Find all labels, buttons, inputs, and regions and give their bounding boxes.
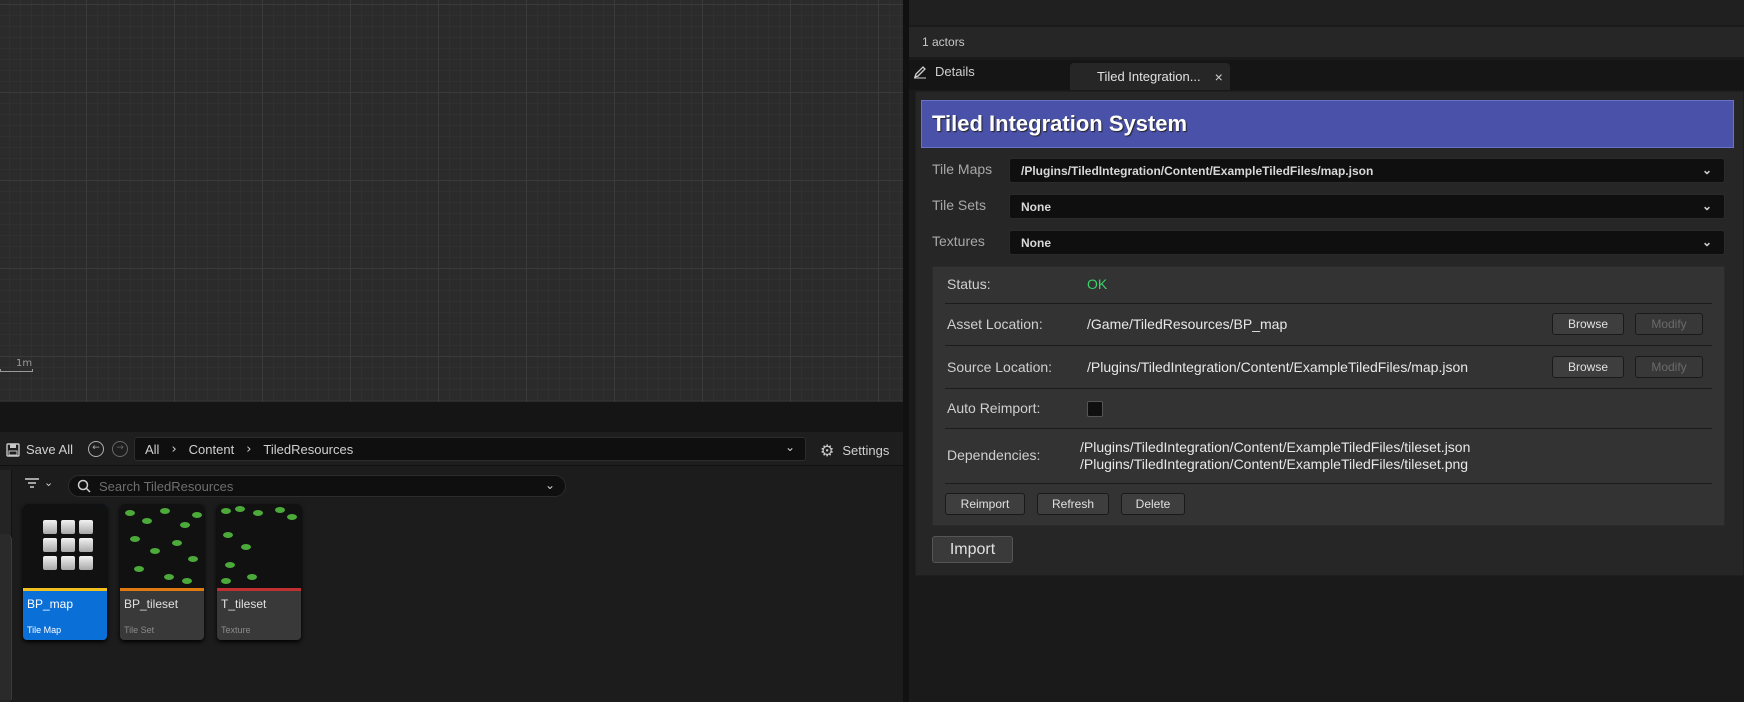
chevron-down-icon: ⌄ — [1701, 235, 1712, 249]
divider — [945, 483, 1712, 484]
status-value: OK — [1087, 276, 1108, 292]
panel-tab-bar — [909, 60, 1744, 90]
content-browser-tabbar — [0, 402, 903, 432]
chevron-down-icon: ⌄ — [1701, 199, 1712, 213]
chevron-down-icon: ⌄ — [44, 476, 54, 489]
asset-name: BP_map — [27, 597, 74, 611]
divider — [945, 303, 1712, 304]
asset-info-box — [932, 266, 1725, 526]
right-panel-top — [909, 0, 1744, 25]
dependency-item: /Plugins/TiledIntegration/Content/Exampl… — [1080, 439, 1471, 455]
asset-modify-button[interactable]: Modify — [1635, 313, 1703, 335]
tile-sets-value: None — [1021, 200, 1051, 214]
textures-dropdown[interactable]: None ⌄ — [1009, 230, 1725, 255]
asset-location-label: Asset Location: — [947, 316, 1043, 332]
chevron-right-icon: › — [246, 441, 252, 457]
search-bar[interactable]: ⌄ — [68, 475, 566, 497]
source-modify-button[interactable]: Modify — [1635, 356, 1703, 378]
tab-tiled-integration[interactable]: Tiled Integration... × — [1070, 63, 1230, 90]
auto-reimport-checkbox[interactable] — [1087, 401, 1103, 417]
auto-reimport-label: Auto Reimport: — [947, 400, 1041, 416]
dependency-item: /Plugins/TiledIntegration/Content/Exampl… — [1080, 456, 1469, 472]
tile-sets-dropdown[interactable]: None ⌄ — [1009, 194, 1725, 219]
close-icon[interactable]: × — [1215, 69, 1223, 85]
source-browse-button[interactable]: Browse — [1552, 356, 1624, 378]
tileset-thumbnail — [120, 504, 204, 588]
chevron-down-icon[interactable]: ⌄ — [785, 440, 795, 454]
settings-label: Settings — [842, 443, 890, 458]
asset-tile-bp-map[interactable]: BP_map Tile Map — [23, 504, 107, 640]
breadcrumb-all[interactable]: All — [145, 442, 159, 457]
panel-header-title: Tiled Integration System — [921, 100, 1734, 148]
asset-browse-button[interactable]: Browse — [1552, 313, 1624, 335]
filter-icon — [25, 477, 39, 488]
source-location-value: /Plugins/TiledIntegration/Content/Exampl… — [1087, 359, 1469, 375]
asset-name: BP_tileset — [124, 597, 179, 611]
dependencies-label: Dependencies: — [947, 447, 1041, 463]
tile-sets-label: Tile Sets — [932, 197, 986, 213]
import-button[interactable]: Import — [932, 536, 1013, 563]
viewport-scale-bar — [0, 369, 33, 372]
divider — [945, 428, 1712, 429]
tab-details-label: Details — [935, 64, 975, 79]
asset-type: Tile Set — [124, 625, 155, 635]
save-icon — [6, 442, 20, 457]
asset-tile-bp-tileset[interactable]: BP_tileset Tile Set — [120, 504, 204, 640]
refresh-button[interactable]: Refresh — [1037, 493, 1109, 515]
actor-count: 1 actors — [909, 27, 1744, 57]
texture-thumbnail — [217, 504, 301, 588]
asset-tile-t-tileset[interactable]: T_tileset Texture — [217, 504, 301, 640]
grid-icon — [43, 520, 93, 570]
tab-tiled-label: Tiled Integration... — [1097, 69, 1201, 84]
textures-value: None — [1021, 236, 1051, 250]
level-viewport[interactable] — [0, 0, 903, 402]
back-arrow-icon[interactable]: ← — [88, 441, 104, 457]
chevron-down-icon: ⌄ — [1701, 163, 1712, 177]
asset-location-value: /Game/TiledResources/BP_map — [1087, 316, 1288, 332]
forward-arrow-icon[interactable]: → — [112, 441, 128, 457]
search-input[interactable] — [99, 478, 539, 494]
search-icon — [77, 479, 91, 493]
reimport-button[interactable]: Reimport — [945, 493, 1025, 515]
viewport-scale-label: 1m — [16, 358, 33, 369]
asset-type: Tile Map — [27, 625, 62, 635]
gear-icon: ⚙ — [820, 441, 835, 460]
filter-button[interactable]: ⌄ — [24, 476, 53, 489]
tab-details[interactable]: Details — [913, 64, 975, 79]
source-location-label: Source Location: — [947, 359, 1053, 375]
tile-maps-dropdown[interactable]: /Plugins/TiledIntegration/Content/Exampl… — [1009, 158, 1725, 183]
asset-type: Texture — [221, 625, 251, 635]
chevron-down-icon[interactable]: ⌄ — [545, 478, 555, 492]
sources-panel-toggle[interactable] — [0, 534, 12, 700]
textures-label: Textures — [932, 233, 985, 249]
tilemap-thumbnail — [23, 504, 107, 588]
chevron-right-icon: › — [171, 441, 177, 457]
divider — [945, 388, 1712, 389]
asset-name: T_tileset — [221, 597, 267, 611]
settings-button[interactable]: ⚙ Settings — [820, 441, 889, 460]
tile-maps-label: Tile Maps — [932, 161, 993, 177]
save-all-label: Save All — [26, 442, 73, 457]
breadcrumb-tiledresources[interactable]: TiledResources — [263, 442, 353, 457]
pencil-icon — [913, 65, 926, 78]
breadcrumb-content[interactable]: Content — [189, 442, 235, 457]
delete-button[interactable]: Delete — [1121, 493, 1185, 515]
tile-maps-value: /Plugins/TiledIntegration/Content/Exampl… — [1021, 164, 1374, 178]
divider — [945, 345, 1712, 346]
save-all-button[interactable]: Save All — [6, 442, 73, 457]
status-label: Status: — [947, 276, 991, 292]
breadcrumb[interactable]: All › Content › TiledResources ⌄ — [134, 437, 806, 461]
